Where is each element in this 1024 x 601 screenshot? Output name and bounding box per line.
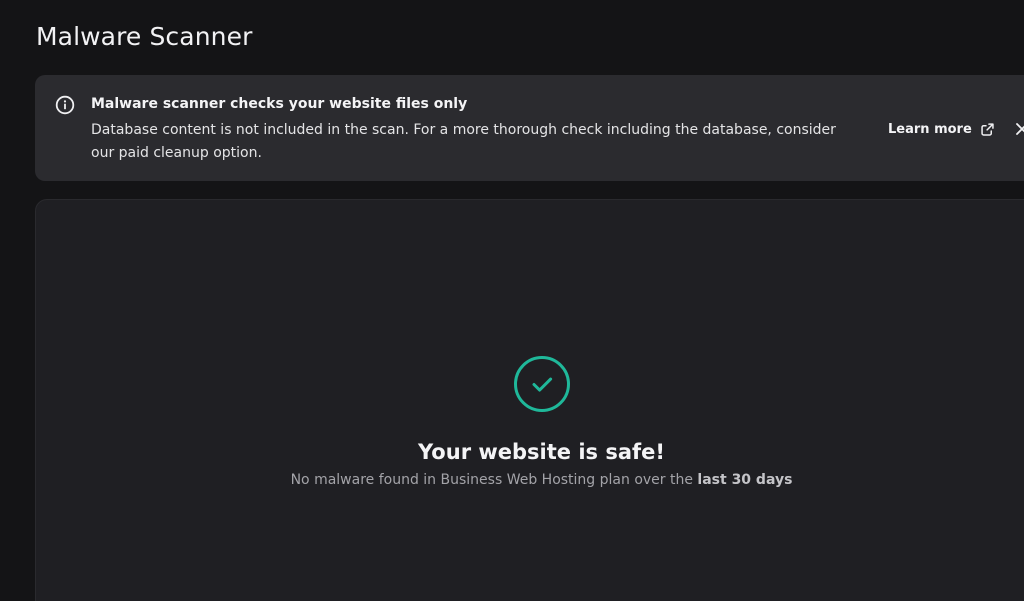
learn-more-link[interactable]: Learn more <box>888 119 995 139</box>
check-circle-icon <box>513 356 570 412</box>
alert-title: Malware scanner checks your website file… <box>91 96 468 112</box>
alert-description: Database content is not included in the … <box>91 122 836 161</box>
scan-status: Your website is safe! No malware found i… <box>0 355 1024 488</box>
database-info-alert: Malware scanner checks your website file… <box>35 75 1024 181</box>
page-title: Malware Scanner <box>36 22 253 51</box>
status-subtitle: No malware found in Business Web Hosting… <box>291 472 793 488</box>
status-period: last 30 days <box>697 472 793 488</box>
info-icon <box>55 95 75 115</box>
learn-more-label: Learn more <box>888 121 972 137</box>
status-subtitle-text: No malware found in Business Web Hosting… <box>290 472 698 488</box>
malware-scanner-page: Malware Scanner Malware scanner checks y… <box>0 0 1024 601</box>
status-title: Your website is safe! <box>418 440 665 464</box>
external-link-icon <box>981 122 994 136</box>
close-icon[interactable] <box>1012 119 1024 139</box>
